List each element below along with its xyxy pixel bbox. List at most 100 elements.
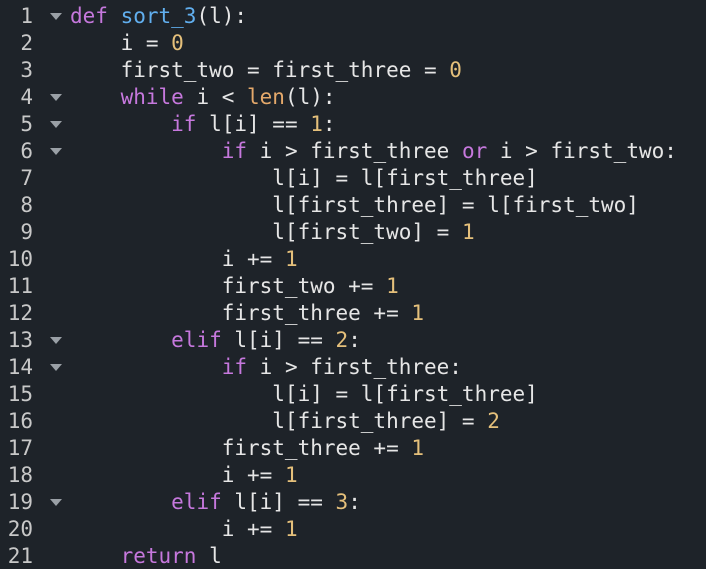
code-token: if [221,355,248,379]
code-token: 0 [171,31,184,55]
code-token: l[i] == [221,328,336,352]
code-token: elif [171,328,222,352]
code-text: elif l[i] == 2: [70,327,361,354]
code-token: i = [70,31,172,55]
code-token: if [171,112,197,136]
line-number: 21 [7,544,33,568]
code-token: or [461,139,488,163]
code-line[interactable]: 13 elif l[i] == 2: [0,327,706,354]
code-token: 0 [449,58,462,82]
code-token: while [120,85,184,109]
code-line[interactable]: 19 elif l[i] == 3: [0,489,706,516]
chevron-down-icon[interactable] [50,337,62,344]
line-number: 5 [20,112,33,136]
code-token: first_two = first_three = [70,58,450,82]
code-token: l[i] == [221,490,336,514]
code-text: i += 1 [70,516,298,543]
code-text: def sort_3(l): [70,3,247,30]
code-line[interactable]: 16 l[first_three] = 2 [0,408,706,435]
code-token: l[i] = l[first_three] [70,166,538,190]
code-token: 1 [284,517,298,541]
code-token: 1 [411,436,425,460]
code-line[interactable]: 9 l[first_two] = 1 [0,219,706,246]
line-number: 20 [7,517,33,541]
code-line[interactable]: 10 i += 1 [0,246,706,273]
code-line[interactable]: 21 return l [0,543,706,569]
code-line[interactable]: 3 first_two = first_three = 0 [0,57,706,84]
code-token: len [247,85,285,109]
code-line[interactable]: 14 if i > first_three: [0,354,706,381]
code-line[interactable]: 5 if l[i] == 1: [0,111,706,138]
chevron-down-icon[interactable] [50,148,62,155]
code-token: i > first_three: [247,355,462,379]
line-number: 19 [7,490,33,514]
code-text: return l [70,543,222,569]
code-text: while i < len(l): [70,84,336,111]
line-number: 10 [7,247,33,271]
chevron-down-icon[interactable] [50,13,62,20]
code-token: 1 [310,112,323,136]
line-number: 8 [20,193,33,217]
line-number: 4 [20,85,33,109]
code-text: first_three += 1 [70,300,424,327]
code-text: if i > first_three or i > first_two: [70,138,677,165]
code-token: 3 [335,490,349,514]
code-line[interactable]: 4 while i < len(l): [0,84,706,111]
code-token: : [322,112,336,136]
code-token: l[i] = l[first_three] [70,382,538,406]
chevron-down-icon[interactable] [50,121,62,128]
code-text: l[first_three] = l[first_two] [70,192,639,219]
code-line[interactable]: 18 i += 1 [0,462,706,489]
code-token: return [120,544,197,568]
code-line[interactable]: 8 l[first_three] = l[first_two] [0,192,706,219]
chevron-down-icon[interactable] [50,499,62,506]
line-number: 1 [20,4,33,28]
code-editor[interactable]: 1 def sort_3(l): 2 i = 03 first_two = firs… [0,0,706,569]
code-token: first_two += [70,274,387,298]
line-number: 14 [7,355,33,379]
line-number: 16 [7,409,33,433]
code-text: elif l[i] == 3: [70,489,361,516]
code-token: i += [70,247,285,271]
code-token: sort_3 [120,4,197,28]
code-token: i += [70,463,285,487]
code-line[interactable]: 20 i += 1 [0,516,706,543]
code-text: l[first_two] = 1 [70,219,475,246]
chevron-down-icon[interactable] [50,94,62,101]
code-line[interactable]: 11 first_two += 1 [0,273,706,300]
code-text: l[i] = l[first_three] [70,165,538,192]
chevron-down-icon[interactable] [50,364,62,371]
code-text: if l[i] == 1: [70,111,336,138]
code-token: l[first_three] = l[first_two] [70,193,639,217]
code-text: l[i] = l[first_three] [70,381,538,408]
code-token: i += [70,517,285,541]
code-text: first_three += 1 [70,435,424,462]
code-text: i += 1 [70,462,298,489]
code-line[interactable]: 17 first_three += 1 [0,435,706,462]
code-token: first_three += [70,301,412,325]
code-line[interactable]: 6 if i > first_three or i > first_two: [0,138,706,165]
code-token: l[i] == [196,112,311,136]
code-token: 1 [386,274,399,298]
line-number: 13 [7,328,33,352]
code-text: l[first_three] = 2 [70,408,500,435]
code-line[interactable]: 2 i = 0 [0,30,706,57]
code-line[interactable]: 7 l[i] = l[first_three] [0,165,706,192]
code-line[interactable]: 12 first_three += 1 [0,300,706,327]
code-line[interactable]: 1 def sort_3(l): [0,3,706,30]
code-text: first_two += 1 [70,273,399,300]
code-token: : [348,490,361,514]
code-token: 1 [411,301,425,325]
code-token: 1 [461,220,475,244]
code-line[interactable]: 15 l[i] = l[first_three] [0,381,706,408]
code-token: i < [183,85,248,109]
line-number: 18 [7,463,33,487]
code-token: def [70,4,108,28]
line-number: 2 [20,31,33,55]
code-text: first_two = first_three = 0 [70,57,462,84]
